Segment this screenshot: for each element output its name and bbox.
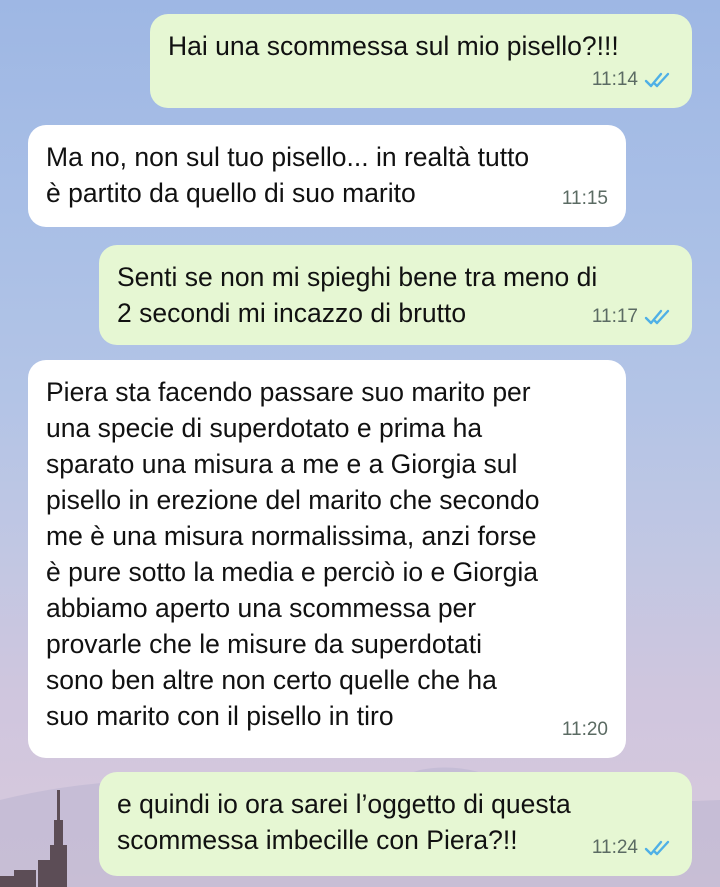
message-text: Hai una scommessa sul mio pisello?!!! <box>168 31 619 61</box>
message-time: 11:14 <box>591 69 638 90</box>
message-text: Senti se non mi spieghi bene tra meno di… <box>117 262 598 328</box>
double-check-icon <box>644 840 670 856</box>
message-text: e quindi io ora sarei l’oggetto di quest… <box>117 789 571 855</box>
message-meta: 11:15 <box>562 181 608 217</box>
double-check-icon <box>644 72 670 88</box>
message-bubble-outgoing[interactable]: e quindi io ora sarei l’oggetto di quest… <box>99 772 692 876</box>
message-bubble-outgoing[interactable]: Senti se non mi spieghi bene tra meno di… <box>99 245 692 345</box>
message-text: Piera sta facendo passare suo marito per… <box>46 377 540 731</box>
message-meta: 11:17 <box>592 299 674 335</box>
chat-thread: Hai una scommessa sul mio pisello?!!! 11… <box>0 0 720 887</box>
message-bubble-incoming[interactable]: Ma no, non sul tuo pisello... in realtà … <box>28 125 626 227</box>
message-time: 11:15 <box>561 188 608 209</box>
double-check-icon <box>644 309 670 325</box>
message-meta: 11:24 <box>592 830 674 866</box>
message-time: 11:20 <box>561 719 608 740</box>
message-time: 11:24 <box>591 837 638 858</box>
message-time: 11:17 <box>591 306 638 327</box>
message-meta: 11:14 <box>592 62 674 98</box>
message-bubble-incoming[interactable]: Piera sta facendo passare suo marito per… <box>28 360 626 758</box>
message-meta: 11:20 <box>562 712 608 748</box>
message-text: Ma no, non sul tuo pisello... in realtà … <box>46 142 530 208</box>
message-bubble-outgoing[interactable]: Hai una scommessa sul mio pisello?!!! 11… <box>150 14 692 108</box>
